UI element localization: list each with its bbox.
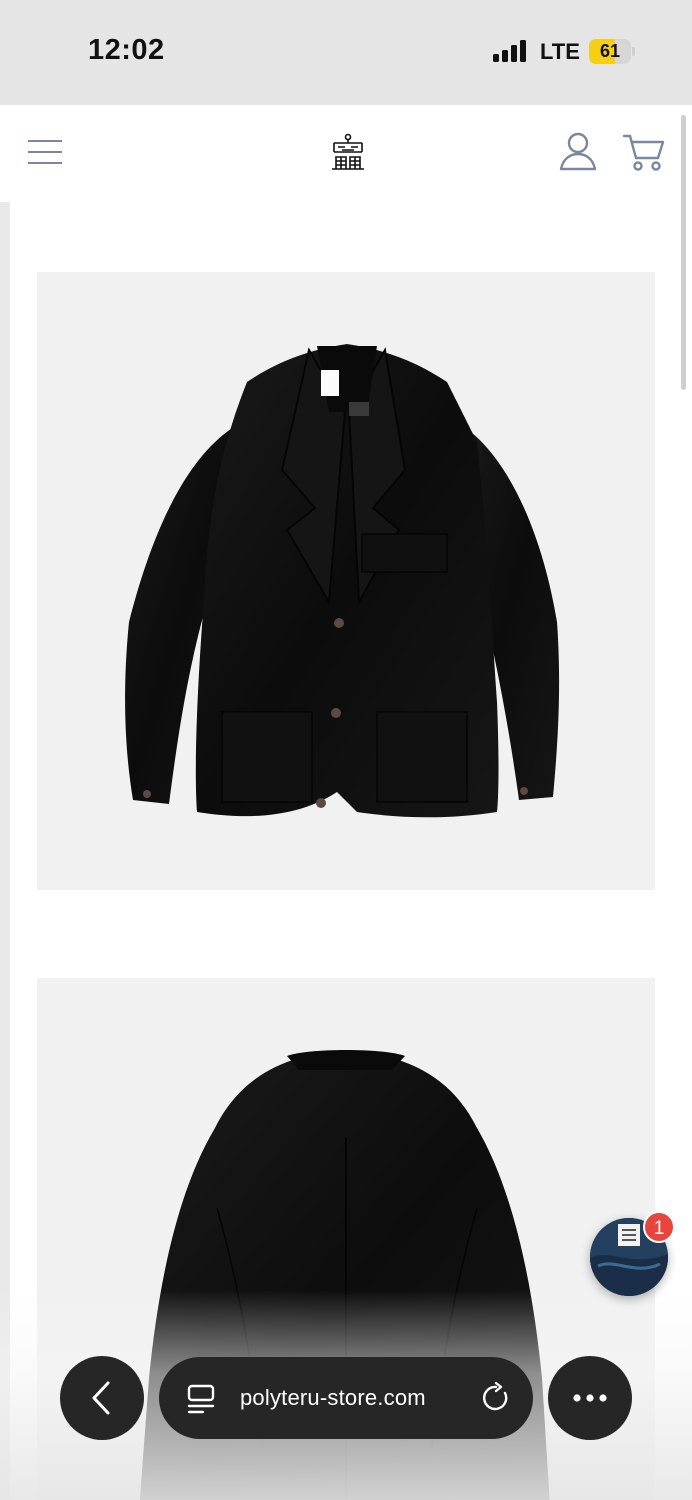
browser-more-button[interactable] xyxy=(548,1356,632,1440)
browser-address-bar[interactable]: polyteru-store.com xyxy=(159,1357,533,1439)
status-time: 12:02 xyxy=(88,34,165,66)
brand-logo[interactable] xyxy=(330,133,366,173)
hamburger-menu-icon[interactable] xyxy=(28,138,62,166)
chat-notification-badge: 1 xyxy=(643,1211,675,1243)
chevron-left-icon xyxy=(92,1381,110,1415)
status-bar: 12:02 LTE 61 xyxy=(0,0,692,105)
network-type: LTE xyxy=(540,39,580,64)
browser-back-button[interactable] xyxy=(60,1356,144,1440)
battery-percent: 61 xyxy=(599,41,621,61)
reload-icon[interactable] xyxy=(479,1381,513,1415)
site-header xyxy=(0,105,692,202)
scrollbar-thumb[interactable] xyxy=(681,115,686,390)
signal-strength-icon xyxy=(493,40,529,62)
jacket-front-illustration xyxy=(125,344,560,818)
user-account-icon[interactable] xyxy=(559,131,597,171)
browser-url: polyteru-store.com xyxy=(240,1385,426,1410)
more-dots-icon xyxy=(573,1394,607,1402)
tabs-icon[interactable] xyxy=(186,1383,216,1415)
product-image-front[interactable] xyxy=(37,272,655,890)
battery-icon: 61 xyxy=(589,39,635,64)
shopping-cart-icon[interactable] xyxy=(622,132,666,172)
